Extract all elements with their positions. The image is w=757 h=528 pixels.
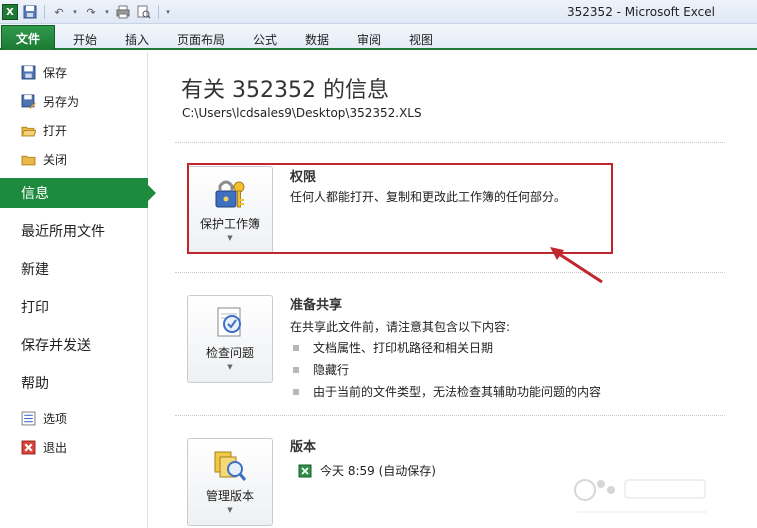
check-for-issues-label: 检查问题: [205, 346, 254, 360]
customize-qat-icon[interactable]: ▾: [164, 3, 172, 21]
nav-save[interactable]: 保存: [20, 61, 67, 83]
tab-view[interactable]: 视图: [402, 28, 440, 50]
bullet-icon: [293, 366, 299, 373]
window-title: 352352 - Microsoft Excel: [567, 5, 715, 19]
redo-icon[interactable]: ↷: [82, 3, 100, 21]
page-title: 有关 352352 的信息: [181, 78, 389, 103]
version-item[interactable]: 今天 8:59 (自动保存): [298, 462, 436, 479]
version-item-text: 今天 8:59 (自动保存): [320, 464, 436, 478]
tab-insert[interactable]: 插入: [118, 28, 156, 50]
info-panel: 有关 352352 的信息 C:\Users\lcdsales9\Desktop…: [149, 52, 757, 528]
title-bar: X ↶ ▾ ↷ ▾ ▾ 352352 - Microsoft Excel: [0, 0, 757, 24]
divider: [175, 415, 725, 416]
check-for-issues-button[interactable]: 检查问题 ▼: [187, 295, 273, 383]
qat-divider: [44, 5, 45, 19]
nav-print[interactable]: 打印: [0, 292, 148, 322]
baidu-watermark-icon: [574, 479, 707, 513]
manage-versions-button[interactable]: 管理版本 ▼: [187, 438, 273, 526]
undo-icon[interactable]: ↶: [50, 3, 68, 21]
manage-versions-label: 管理版本: [205, 489, 254, 503]
tab-file[interactable]: 文件: [1, 25, 55, 50]
nav-options[interactable]: 选项: [20, 407, 67, 429]
nav-save-label: 保存: [43, 65, 68, 80]
list-item: 由于当前的文件类型，无法检查其辅助功能问题的内容: [293, 383, 601, 400]
list-item-text: 隐藏行: [313, 363, 350, 377]
bullet-icon: [293, 388, 299, 395]
list-item: 文档属性、打印机路径和相关日期: [293, 339, 493, 356]
nav-help[interactable]: 帮助: [0, 368, 148, 398]
nav-exit-label: 退出: [43, 440, 68, 455]
excel-file-icon: [298, 464, 312, 477]
nav-open[interactable]: 打开: [20, 119, 67, 141]
nav-save-send[interactable]: 保存并发送: [0, 330, 148, 360]
print-preview-icon[interactable]: [135, 3, 153, 21]
ribbon-tabs: 文件 开始 插入 页面布局 公式 数据 审阅 视图: [0, 24, 757, 50]
tab-data[interactable]: 数据: [298, 28, 336, 50]
divider: [175, 272, 725, 273]
tab-formulas[interactable]: 公式: [246, 28, 284, 50]
save-as-icon: [20, 93, 36, 109]
save-icon[interactable]: [21, 3, 39, 21]
close-folder-icon: [20, 151, 36, 167]
nav-open-label: 打开: [43, 123, 68, 138]
file-path: C:\Users\lcdsales9\Desktop\352352.XLS: [182, 106, 422, 120]
divider: [175, 142, 725, 143]
manage-versions-icon: [212, 449, 248, 483]
nav-save-as-label: 另存为: [43, 94, 80, 109]
nav-exit[interactable]: 退出: [20, 436, 67, 458]
chevron-down-icon: ▼: [227, 506, 233, 514]
bullet-icon: [293, 344, 299, 351]
inspect-document-icon: [212, 306, 248, 340]
nav-options-label: 选项: [43, 411, 68, 426]
nav-new[interactable]: 新建: [0, 254, 148, 284]
list-item: 隐藏行: [293, 361, 349, 378]
versions-heading: 版本: [290, 440, 317, 455]
nav-recent[interactable]: 最近所用文件: [0, 216, 148, 246]
options-icon: [20, 410, 36, 426]
list-item-text: 由于当前的文件类型，无法检查其辅助功能问题的内容: [313, 385, 602, 399]
undo-dropdown-icon[interactable]: ▾: [71, 3, 79, 21]
backstage-nav: 保存 另存为 打开 关闭 信息 最近所用文件 新建 打印 保存并发送 帮助 选项…: [0, 52, 156, 528]
annotation-arrow-icon: [550, 247, 603, 284]
nav-close-label: 关闭: [43, 152, 68, 167]
list-item-text: 文档属性、打印机路径和相关日期: [313, 341, 494, 355]
nav-save-as[interactable]: 另存为: [20, 90, 79, 112]
redo-dropdown-icon[interactable]: ▾: [103, 3, 111, 21]
nav-info[interactable]: 信息: [0, 178, 156, 208]
prepare-heading: 准备共享: [290, 298, 343, 313]
excel-app-icon[interactable]: X: [2, 4, 18, 20]
tab-page-layout[interactable]: 页面布局: [170, 28, 232, 50]
open-folder-icon: [20, 122, 36, 138]
print-icon[interactable]: [114, 3, 132, 21]
nav-close[interactable]: 关闭: [20, 148, 67, 170]
exit-icon: [20, 439, 36, 455]
prepare-intro: 在共享此文件前，请注意其包含以下内容:: [290, 320, 511, 334]
qat-divider: [158, 5, 159, 19]
quick-access-toolbar: X ↶ ▾ ↷ ▾ ▾: [2, 2, 172, 22]
tab-review[interactable]: 审阅: [350, 28, 388, 50]
tab-home[interactable]: 开始: [66, 28, 104, 50]
chevron-down-icon: ▼: [227, 363, 233, 371]
save-icon: [20, 64, 36, 80]
